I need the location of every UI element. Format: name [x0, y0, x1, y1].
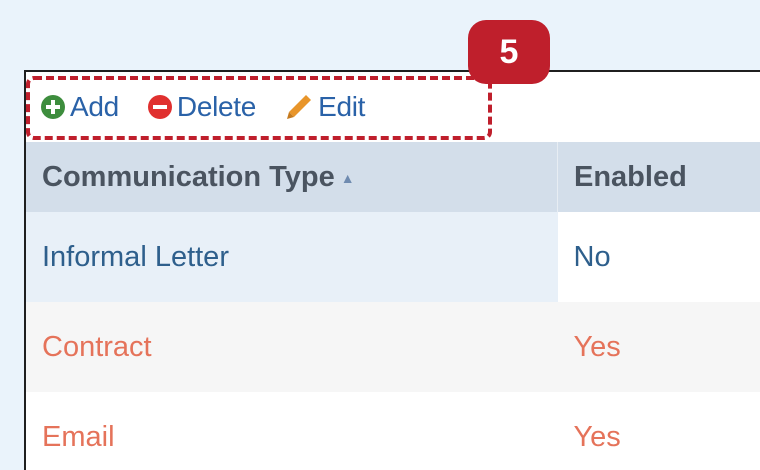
- cell-enabled: Yes: [557, 302, 760, 392]
- cell-communication-type: Email: [26, 392, 558, 470]
- edit-button[interactable]: Edit: [284, 91, 365, 123]
- minus-circle-icon: [147, 94, 173, 120]
- cell-communication-type: Informal Letter: [26, 212, 558, 302]
- plus-circle-icon: [40, 94, 66, 120]
- cell-communication-type: Contract: [26, 302, 558, 392]
- column-header-label: Enabled: [574, 160, 687, 193]
- delete-button[interactable]: Delete: [147, 91, 256, 123]
- cell-enabled: No: [557, 212, 760, 302]
- cell-enabled: Yes: [557, 392, 760, 470]
- pencil-icon: [284, 92, 314, 122]
- add-label: Add: [70, 91, 119, 122]
- table-header-row: Communication Type ▲ Enabled: [26, 142, 760, 212]
- delete-label: Delete: [176, 91, 257, 122]
- table-row[interactable]: Informal Letter No: [26, 212, 760, 302]
- sort-ascending-icon: ▲: [340, 169, 355, 186]
- grid-toolbar: Add Delete Edit: [26, 72, 760, 142]
- grid-panel: Add Delete Edit Communication Type ▲ Ena…: [24, 70, 760, 470]
- add-button[interactable]: Add: [40, 91, 119, 123]
- column-header-label: Communication Type: [42, 160, 335, 193]
- column-header-communication-type[interactable]: Communication Type ▲: [26, 142, 558, 212]
- edit-label: Edit: [318, 91, 366, 122]
- table-row[interactable]: Contract Yes: [26, 302, 760, 392]
- column-header-enabled[interactable]: Enabled: [558, 142, 760, 212]
- communication-types-table: Communication Type ▲ Enabled Informal Let…: [26, 142, 760, 470]
- callout-number-badge: 5: [468, 20, 550, 84]
- table-row[interactable]: Email Yes: [26, 392, 760, 470]
